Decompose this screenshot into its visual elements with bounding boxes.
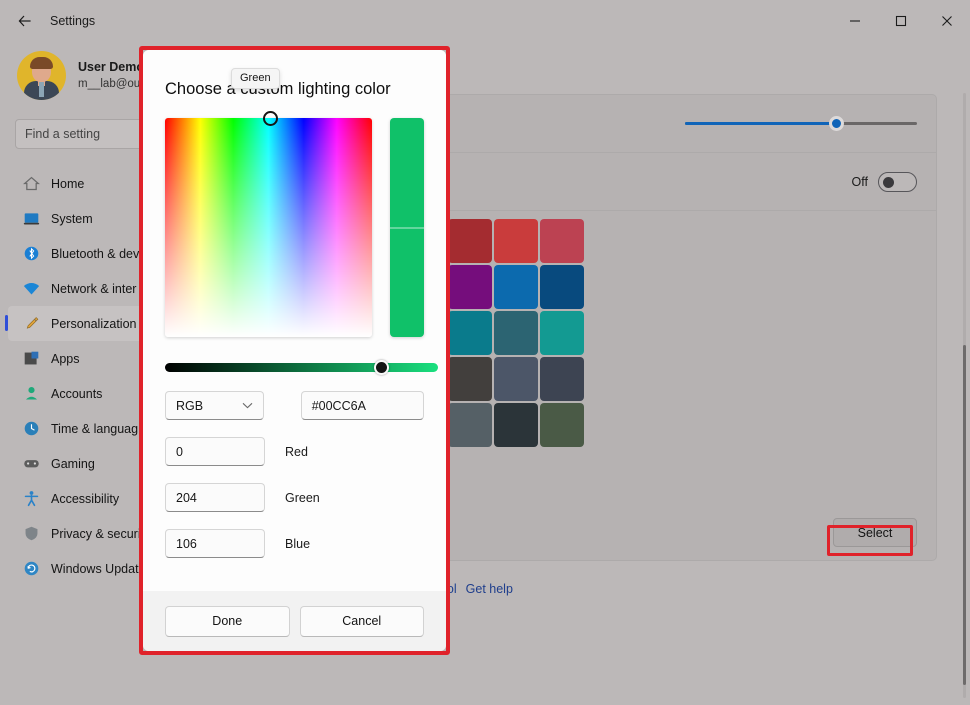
- brightness-slider-fill: [685, 122, 836, 125]
- back-arrow-icon[interactable]: [8, 6, 42, 36]
- brightness-slider-thumb[interactable]: [829, 116, 844, 131]
- profile-name: User Demo: [78, 59, 146, 76]
- sidebar-item-label: Time & languag: [51, 422, 138, 436]
- select-button[interactable]: Select: [833, 518, 917, 547]
- sidebar-item-label: Accessibility: [51, 492, 119, 506]
- paintbrush-icon: [23, 315, 40, 332]
- sidebar-item-label: Personalization: [51, 317, 136, 331]
- scrollbar-track[interactable]: [963, 93, 966, 698]
- color-swatch[interactable]: [448, 265, 492, 309]
- update-icon: [23, 560, 40, 577]
- sidebar-item-label: Home: [51, 177, 84, 191]
- accent-toggle-state: Off: [852, 175, 868, 189]
- brightness-slider-track[interactable]: [685, 122, 917, 125]
- accessibility-icon: [23, 490, 40, 507]
- sidebar-item-label: Apps: [51, 352, 80, 366]
- settings-window: Settings User Demo m__lab@outl: [0, 0, 970, 705]
- window-title: Settings: [50, 14, 95, 28]
- accent-toggle-group[interactable]: Off: [852, 172, 917, 192]
- system-icon: [23, 210, 40, 227]
- color-swatch[interactable]: [540, 403, 584, 447]
- color-swatch[interactable]: [494, 403, 538, 447]
- window-controls: [832, 0, 970, 41]
- color-swatch[interactable]: [448, 219, 492, 263]
- color-swatch[interactable]: [494, 357, 538, 401]
- avatar: [17, 51, 66, 100]
- sidebar-item-label: System: [51, 212, 93, 226]
- search-input-text: Find a setting: [25, 127, 100, 141]
- color-swatch[interactable]: [540, 311, 584, 355]
- dialog-highlight: [139, 46, 450, 655]
- title-bar: Settings: [0, 0, 970, 41]
- color-swatch[interactable]: [540, 219, 584, 263]
- sidebar-item-label: Network & inter: [51, 282, 136, 296]
- accent-toggle[interactable]: [878, 172, 917, 192]
- profile-email: m__lab@outl: [78, 76, 146, 92]
- color-swatch[interactable]: [448, 311, 492, 355]
- color-swatch[interactable]: [494, 265, 538, 309]
- get-help-link[interactable]: Get help: [466, 582, 513, 596]
- minimize-button[interactable]: [832, 0, 878, 41]
- account-icon: [23, 385, 40, 402]
- color-name-tooltip: Green: [231, 68, 280, 89]
- network-icon: [23, 280, 40, 297]
- color-swatch[interactable]: [540, 357, 584, 401]
- home-icon: [23, 175, 40, 192]
- sidebar-item-label: Privacy & securi: [51, 527, 141, 541]
- clock-icon: [23, 420, 40, 437]
- color-swatch[interactable]: [540, 265, 584, 309]
- close-button[interactable]: [924, 0, 970, 41]
- apps-icon: [23, 350, 40, 367]
- color-swatch[interactable]: [494, 311, 538, 355]
- maximize-button[interactable]: [878, 0, 924, 41]
- sidebar-item-label: Accounts: [51, 387, 102, 401]
- scrollbar-thumb[interactable]: [963, 345, 966, 685]
- gamepad-icon: [23, 455, 40, 472]
- color-swatch[interactable]: [494, 219, 538, 263]
- bluetooth-icon: [23, 245, 40, 262]
- sidebar-item-label: Windows Updat: [51, 562, 139, 576]
- shield-icon: [23, 525, 40, 542]
- color-swatch[interactable]: [448, 403, 492, 447]
- color-swatch[interactable]: [448, 357, 492, 401]
- sidebar-item-label: Gaming: [51, 457, 95, 471]
- brightness-slider[interactable]: [685, 122, 917, 125]
- sidebar-item-label: Bluetooth & dev: [51, 247, 139, 261]
